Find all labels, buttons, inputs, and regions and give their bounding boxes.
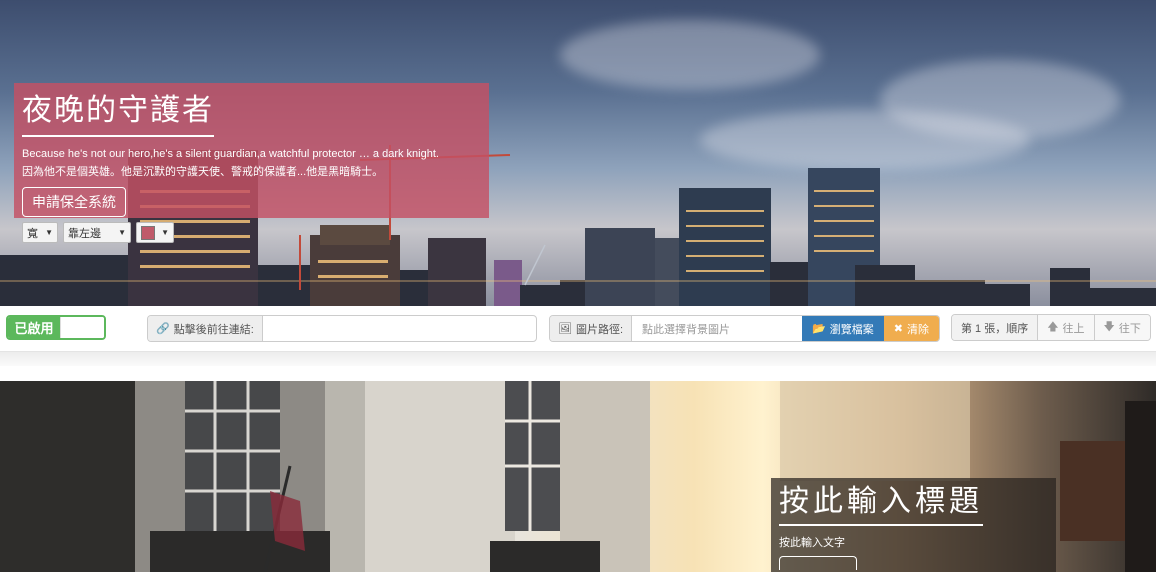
slide-position-label: 第 1 張，順序	[952, 315, 1039, 340]
image-path-addon: 🖼 圖片路徑:	[550, 316, 633, 341]
color-swatch	[141, 225, 156, 240]
image-icon: 🖼	[558, 323, 572, 335]
image-path-label: 圖片路徑:	[575, 323, 624, 336]
second-caption-button[interactable]	[779, 556, 857, 570]
hero-text-en[interactable]: Because he's not our hero,he's a silent …	[22, 147, 481, 162]
move-down-button[interactable]: 🡇 往下	[1094, 315, 1150, 340]
color-picker[interactable]: ▼	[136, 222, 174, 243]
caption-style-controls: 寬 ▼ 靠左邊 ▼ ▼	[22, 222, 174, 243]
image-path-input[interactable]: 點此選擇背景圖片	[632, 316, 802, 341]
width-select[interactable]: 寬 ▼	[22, 222, 58, 243]
enabled-toggle-label: 已啟用	[8, 317, 60, 338]
clear-label: 清除	[907, 323, 929, 336]
second-text[interactable]: 按此輸入文字	[779, 534, 1048, 550]
arrow-up-icon: 🡅	[1047, 321, 1059, 333]
chevron-down-icon: ▼	[45, 228, 53, 237]
toolbar-divider	[0, 352, 1156, 366]
image-path-group: 🖼 圖片路徑: 點此選擇背景圖片 📂 瀏覽檔案 ✖ 清除	[549, 315, 940, 342]
apply-security-button[interactable]: 申請保全系統	[22, 187, 126, 217]
enabled-toggle[interactable]: 已啟用	[6, 315, 106, 340]
link-label: 點擊後前往連結:	[173, 323, 254, 336]
link-url-input[interactable]	[263, 316, 536, 341]
width-select-value: 寬	[27, 227, 38, 240]
align-select[interactable]: 靠左邊 ▼	[63, 222, 131, 243]
link-input-group: 🔗 點擊後前往連結:	[147, 315, 537, 342]
browse-files-button[interactable]: 📂 瀏覽檔案	[802, 316, 884, 341]
move-up-button[interactable]: 🡅 往上	[1038, 315, 1095, 340]
link-addon: 🔗 點擊後前往連結:	[148, 316, 263, 341]
folder-open-icon: 📂	[812, 323, 826, 335]
move-up-label: 往上	[1062, 322, 1085, 335]
hero-caption: 夜晚的守護者 Because he's not our hero,he's a …	[14, 83, 489, 218]
second-title[interactable]: 按此輸入標題	[779, 484, 983, 526]
toggle-knob	[60, 317, 104, 338]
hero-banner: 夜晚的守護者 Because he's not our hero,he's a …	[0, 0, 1156, 306]
arrow-down-icon: 🡇	[1103, 321, 1115, 333]
hero-title[interactable]: 夜晚的守護者	[22, 93, 214, 137]
link-icon: 🔗	[156, 323, 170, 335]
chevron-down-icon: ▼	[118, 228, 126, 237]
move-down-label: 往下	[1118, 322, 1141, 335]
clear-button[interactable]: ✖ 清除	[883, 316, 939, 341]
hero-text-zh[interactable]: 因為他不是個英雄。他是沉默的守護天使、警戒的保護者...他是黑暗騎士。	[22, 165, 481, 180]
close-icon: ✖	[893, 323, 903, 335]
second-caption: 按此輸入標題 按此輸入文字	[771, 478, 1056, 572]
slide-order-group: 第 1 張，順序 🡅 往上 🡇 往下	[951, 314, 1151, 341]
align-select-value: 靠左邊	[68, 227, 101, 240]
chevron-down-icon: ▼	[161, 228, 169, 237]
second-banner: 按此輸入標題 按此輸入文字	[0, 381, 1156, 572]
browse-files-label: 瀏覽檔案	[829, 323, 874, 336]
